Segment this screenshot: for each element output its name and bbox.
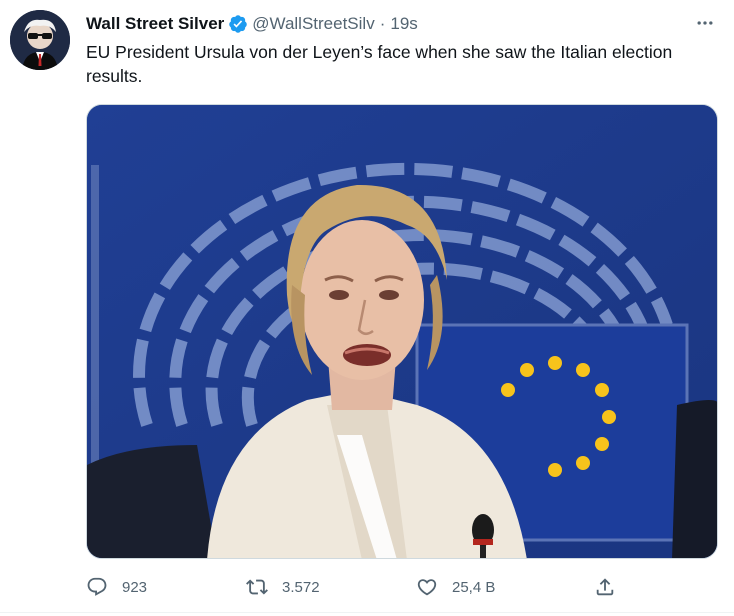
reply-count: 923 <box>122 578 148 596</box>
tweet-timestamp[interactable]: 19s <box>390 14 417 34</box>
tweet-actions: 923 3.572 25,4 B <box>86 572 626 602</box>
author-avatar[interactable] <box>10 10 70 70</box>
tweet-card[interactable]: Wall Street Silver @WallStreetSilv · 19s… <box>0 0 734 616</box>
share-icon <box>596 578 614 596</box>
more-options-button[interactable] <box>694 12 716 34</box>
like-button[interactable]: 25,4 B <box>416 572 495 602</box>
tweet-text: EU President Ursula von der Leyen’s face… <box>86 42 673 86</box>
reply-button[interactable]: 923 <box>86 572 147 602</box>
author-handle[interactable]: @WallStreetSilv <box>252 14 374 34</box>
tweet-divider <box>0 612 734 613</box>
like-count: 25,4 B <box>452 578 496 596</box>
tweet-header: Wall Street Silver @WallStreetSilv · 19s <box>86 12 418 36</box>
tweet-media-photo[interactable] <box>86 104 718 559</box>
more-dots-icon <box>697 21 713 25</box>
retweet-count: 3.572 <box>282 578 320 596</box>
author-display-name[interactable]: Wall Street Silver <box>86 14 224 34</box>
verified-badge-icon <box>229 15 248 33</box>
share-button[interactable] <box>594 572 616 602</box>
photo-illustration <box>87 105 717 558</box>
retweet-icon <box>246 579 268 595</box>
avatar-icon <box>10 10 70 70</box>
retweet-button[interactable]: 3.572 <box>246 572 320 602</box>
header-separator: · <box>379 14 386 33</box>
heart-icon <box>417 579 437 596</box>
reply-icon <box>87 577 107 596</box>
